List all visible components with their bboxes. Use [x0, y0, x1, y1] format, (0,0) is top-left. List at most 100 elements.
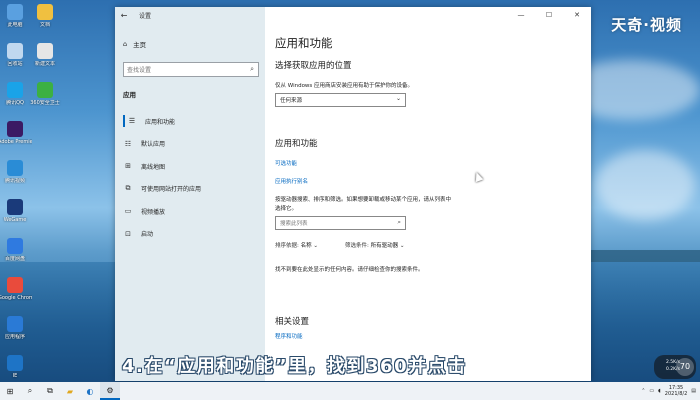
sidebar-item-label: 应用和功能 [145, 118, 176, 126]
desktop-shortcut[interactable]: 应用程序 [0, 316, 32, 340]
watermark: 天奇·视频 [611, 16, 682, 34]
desktop-shortcut-label: WeGame [3, 217, 27, 223]
desktop-shortcut[interactable]: IE [0, 355, 32, 379]
app-list-search-input[interactable]: 搜索此列表 ⌕ [275, 216, 406, 230]
app-icon [7, 199, 23, 215]
apps-features-heading: 应用和功能 [275, 139, 318, 149]
task-view-icon[interactable]: ⧉ [40, 382, 60, 400]
sidebar-item-label: 启动 [141, 231, 154, 238]
desktop-shortcut[interactable]: 百度网盘 [0, 238, 32, 262]
app-icon [37, 82, 53, 98]
volume-icon[interactable]: ◖ [658, 388, 661, 394]
window-title: 设置 [139, 12, 152, 20]
apps-list-icon: ☰ [128, 117, 136, 125]
file-explorer-icon[interactable]: ▰ [60, 382, 80, 400]
tutorial-caption: 4.在“应用和功能”里，找到360并点击 [122, 356, 467, 377]
background-cloud [595, 150, 695, 220]
settings-window: ← 设置 — ☐ ✕ ⌂ 主页 查找设置 ⌕ 应用 ☰ 应用和功能 ☷ 默认应用 ⊞ 离线… [115, 7, 591, 381]
notification-icon[interactable]: ▤ [691, 388, 696, 394]
sidebar-item-label: 默认应用 [141, 141, 166, 148]
sidebar-item-label: 视频播放 [141, 208, 166, 216]
sidebar-item[interactable]: ⊡ 启动 [115, 223, 265, 245]
app-icon [7, 4, 23, 20]
sort-value: 名称 [300, 243, 312, 249]
settings-search-input[interactable]: 查找设置 ⌕ [123, 62, 259, 77]
search-icon: ⌕ [397, 218, 401, 226]
filter-value: 所有驱动器 [370, 243, 399, 249]
start-windows-icon[interactable]: ⊞ [0, 382, 20, 400]
desktop-shortcut[interactable]: Adobe Premiere Pro [0, 121, 32, 145]
desktop-shortcut[interactable]: WeGame [0, 199, 32, 223]
map-icon: ⊞ [125, 162, 131, 170]
desktop-shortcut-label: 新建文本 [34, 61, 55, 67]
app-icon [7, 355, 23, 371]
drive-filter-dropdown[interactable]: 筛选条件: 所有驱动器 ⌄ [345, 241, 404, 249]
sidebar-home[interactable]: ⌂ 主页 [123, 39, 146, 49]
app-icon [37, 43, 53, 59]
desktop-shortcut-label: 360安全卫士 [30, 100, 60, 106]
app-icon [7, 121, 23, 137]
optional-features-link[interactable]: 可选功能 [275, 159, 297, 167]
desktop-shortcut-label: 文档 [39, 22, 50, 28]
sidebar-item[interactable]: ▭ 视频播放 [115, 200, 265, 222]
app-icon [7, 316, 23, 332]
no-results-message: 找不到要在此处显示的任何内容。请仔细检查你的搜索条件。 [275, 267, 424, 273]
filter-label: 筛选条件: [345, 243, 369, 249]
video-icon: ▭ [124, 207, 132, 215]
default-apps-icon: ☷ [124, 139, 132, 148]
page-title: 应用和功能 [275, 36, 333, 50]
sidebar-item[interactable]: ☰ 应用和功能 [115, 110, 265, 132]
app-list-search-placeholder: 搜索此列表 [280, 221, 308, 227]
sort-dropdown[interactable]: 排序依据: 名称 ⌄ [275, 241, 318, 249]
desktop-shortcut[interactable]: Google Chrome [0, 277, 32, 301]
home-icon: ⌂ [123, 40, 128, 48]
filter-description-line2: 选择它。 [275, 206, 298, 212]
app-icon [37, 4, 53, 20]
sidebar-section-title: 应用 [123, 91, 136, 99]
sort-label: 排序依据: [275, 243, 299, 249]
desktop-shortcut-label: 百度网盘 [4, 256, 25, 262]
chevron-down-icon: ⌄ [395, 95, 401, 102]
edge-browser-icon[interactable]: ◐ [80, 382, 100, 400]
desktop-shortcut[interactable]: 360安全卫士 [28, 82, 62, 106]
memory-percent: 70 [676, 358, 694, 376]
sidebar-item-label: 离线地图 [141, 163, 166, 171]
programs-features-link[interactable]: 程序和功能 [275, 332, 303, 340]
sidebar-item[interactable]: ☷ 默认应用 [115, 133, 265, 155]
app-icon [7, 43, 23, 59]
app-aliases-link[interactable]: 应用执行别名 [275, 177, 308, 185]
startup-icon: ⊡ [125, 229, 131, 238]
title-bar: ← 设置 — ☐ ✕ [115, 7, 591, 23]
close-button[interactable]: ✕ [563, 7, 591, 23]
desktop-shortcut[interactable]: 文档 [28, 4, 62, 28]
app-icon [7, 160, 23, 176]
app-icon [7, 238, 23, 254]
chevron-up-icon[interactable]: ⌃ [641, 388, 645, 394]
app-icon [7, 277, 23, 293]
desktop-shortcut-label: Google Chrome [0, 295, 32, 301]
network-icon[interactable]: ▭ [649, 388, 654, 394]
desktop-shortcut[interactable]: 新建文本 [28, 43, 62, 67]
chevron-down-icon: ⌄ [399, 243, 405, 249]
desktop-shortcut[interactable]: 腾讯视频 [0, 160, 32, 184]
sidebar-item[interactable]: ⊞ 离线地图 [115, 155, 265, 177]
system-tray: ⌃ ▭ ◖ 17:35 2021/8/2 ▤ [641, 382, 696, 400]
clock[interactable]: 17:35 2021/8/2 [665, 385, 687, 397]
sidebar-home-label: 主页 [133, 41, 147, 49]
maximize-button[interactable]: ☐ [535, 7, 563, 23]
background-horizon [590, 250, 700, 262]
install-source-description: 仅从 Windows 应用商店安装应用有助于保护你的设备。 [275, 83, 414, 89]
minimize-button[interactable]: — [507, 7, 535, 23]
search-icon[interactable]: ⌕ [20, 382, 40, 400]
sidebar-item[interactable]: ⧉ 可使用网站打开的应用 [115, 178, 265, 200]
sidebar-item-label: 可使用网站打开的应用 [141, 186, 202, 193]
clock-date: 2021/8/2 [664, 391, 688, 397]
network-speed-widget[interactable]: 2.5K/s 0.2K/s 70 [654, 355, 696, 379]
settings-search-placeholder: 查找设置 [127, 67, 152, 74]
chevron-down-icon: ⌄ [313, 243, 318, 249]
settings-gear-icon[interactable]: ⚙ [100, 382, 120, 400]
related-settings-heading: 相关设置 [275, 317, 310, 327]
back-arrow-icon[interactable]: ← [115, 11, 133, 20]
install-source-dropdown[interactable]: 任何来源 ⌄ [275, 93, 406, 107]
web-apps-icon: ⧉ [125, 184, 131, 192]
